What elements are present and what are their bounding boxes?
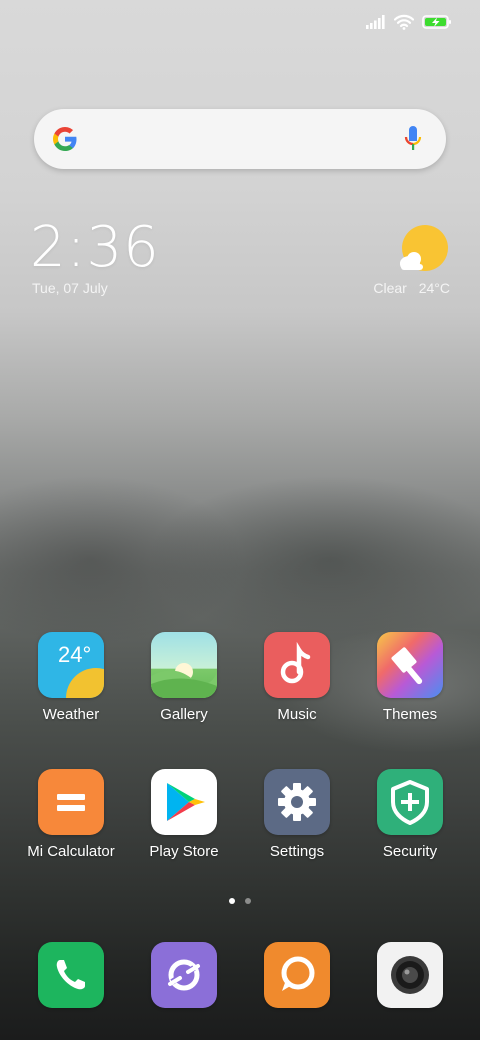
settings-icon: [264, 769, 330, 835]
app-label: Play Store: [149, 843, 219, 860]
wifi-icon: [394, 14, 414, 30]
google-search-bar[interactable]: [34, 109, 446, 169]
app-settings[interactable]: Settings: [241, 769, 353, 860]
app-weather[interactable]: 24° Weather: [15, 632, 127, 723]
google-logo-icon: [53, 127, 77, 151]
themes-icon: [377, 632, 443, 698]
mic-icon[interactable]: [404, 125, 422, 153]
weather-condition: Clear: [373, 280, 407, 296]
weather-temperature: 24°C: [418, 280, 450, 296]
page-indicator: [0, 898, 480, 904]
dock-messaging[interactable]: [241, 942, 353, 1008]
dock-camera[interactable]: [354, 942, 466, 1008]
app-gallery[interactable]: Gallery: [128, 632, 240, 723]
battery-charging-icon: [422, 15, 451, 29]
music-icon: [264, 632, 330, 698]
browser-icon: [151, 942, 217, 1008]
clock-date[interactable]: Tue, 07 July: [32, 280, 108, 296]
app-label: Security: [382, 843, 438, 860]
calculator-icon: [38, 769, 104, 835]
app-music[interactable]: Music: [241, 632, 353, 723]
app-mi-calculator[interactable]: Mi Calculator: [15, 769, 127, 860]
app-label: Themes: [382, 706, 438, 723]
clock-time[interactable]: 2:36: [30, 218, 160, 278]
messaging-icon: [264, 942, 330, 1008]
app-label: Gallery: [160, 706, 208, 723]
play-store-icon: [151, 769, 217, 835]
signal-icon: [366, 15, 385, 29]
weather-summary[interactable]: Clear 24°C: [373, 280, 450, 296]
gallery-icon: [151, 632, 217, 698]
weather-badge: 24°: [58, 642, 91, 667]
app-themes[interactable]: Themes: [354, 632, 466, 723]
security-icon: [377, 769, 443, 835]
page-dot-active[interactable]: [229, 898, 235, 904]
dock-browser[interactable]: [128, 942, 240, 1008]
phone-icon: [38, 942, 104, 1008]
page-dot[interactable]: [245, 898, 251, 904]
status-bar: [366, 10, 452, 34]
app-security[interactable]: Security: [354, 769, 466, 860]
dock-phone[interactable]: [15, 942, 127, 1008]
weather-icon: 24°: [38, 632, 104, 698]
app-label: Settings: [269, 843, 325, 860]
partly-sunny-icon: [400, 225, 448, 271]
app-play-store[interactable]: Play Store: [128, 769, 240, 860]
app-label: Mi Calculator: [27, 843, 115, 860]
app-label: Music: [277, 706, 317, 723]
camera-icon: [377, 942, 443, 1008]
app-label: Weather: [42, 706, 100, 723]
